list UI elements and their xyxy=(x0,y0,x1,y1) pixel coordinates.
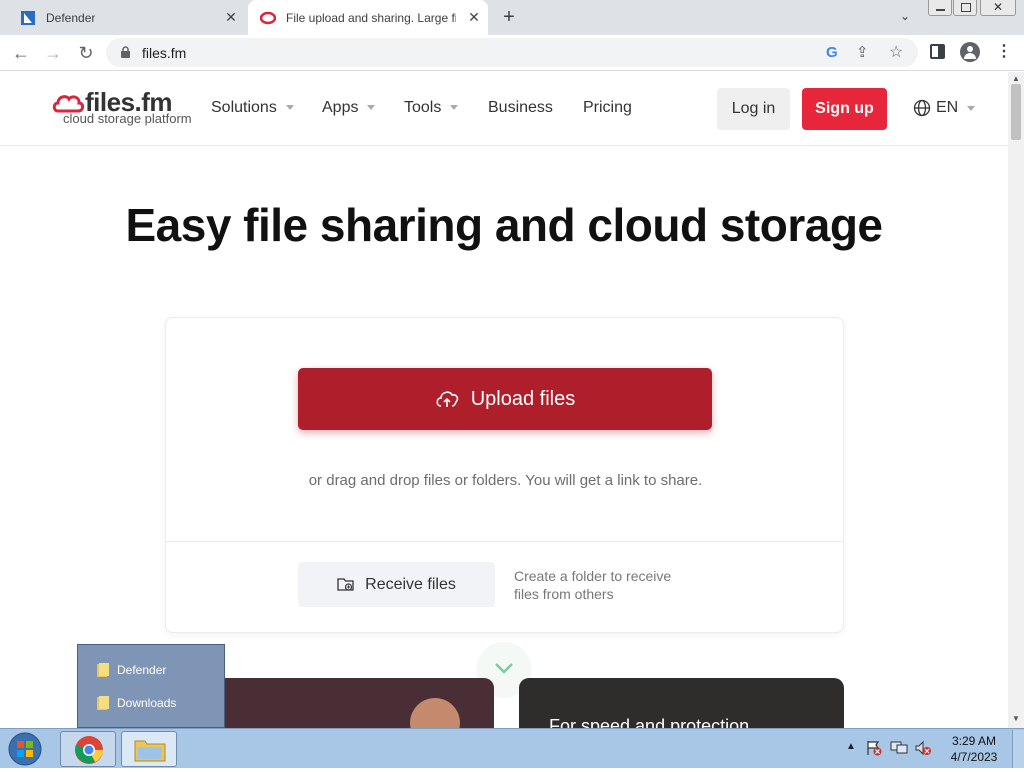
clock-date: 4/7/2023 xyxy=(950,750,998,764)
browser-tab-strip: Defender ✕ File upload and sharing. Larg… xyxy=(0,0,1024,35)
tab-search-icon[interactable]: ⌄ xyxy=(896,9,914,27)
side-panel-icon[interactable] xyxy=(930,44,945,59)
chevron-down-icon xyxy=(967,105,976,111)
browser-menu-icon[interactable]: ⋮ xyxy=(996,41,1012,61)
network-icon[interactable] xyxy=(890,740,908,756)
jumplist-item-downloads[interactable]: Downloads xyxy=(96,693,176,713)
profile-avatar-icon[interactable] xyxy=(960,42,980,62)
chevron-down-icon xyxy=(495,663,513,674)
receive-files-button[interactable]: Receive files xyxy=(298,562,495,607)
signup-button[interactable]: Sign up xyxy=(802,88,887,130)
browser-toolbar: ← → ↻ files.fm G ⇪ ☆ ⋮ xyxy=(0,35,1024,71)
forward-arrow-icon[interactable]: → xyxy=(40,40,66,66)
chevron-down-icon xyxy=(450,105,459,111)
tab-files-fm[interactable]: File upload and sharing. Large fil ✕ xyxy=(248,0,488,35)
cloud-upload-icon xyxy=(436,391,458,407)
system-clock[interactable]: 3:29 AM 4/7/2023 xyxy=(944,733,1004,765)
upload-files-button[interactable]: Upload files xyxy=(298,368,712,430)
folder-icon xyxy=(97,696,109,710)
person-photo xyxy=(410,698,460,728)
taskbar-chrome[interactable] xyxy=(60,731,116,767)
nav-apps-label: Apps xyxy=(322,99,359,116)
chevron-down-icon xyxy=(367,105,376,111)
address-bar[interactable]: files.fm G ⇪ ☆ xyxy=(106,38,918,67)
folder-receive-icon xyxy=(337,578,354,591)
files-fm-logo[interactable]: files.fm cloud storage platform xyxy=(52,87,192,129)
url-text: files.fm xyxy=(142,45,187,61)
volume-muted-icon[interactable] xyxy=(914,740,932,756)
logo-tagline: cloud storage platform xyxy=(63,111,192,126)
page-scrollbar[interactable]: ▲ ▼ xyxy=(1008,72,1024,728)
jumplist-label: Defender xyxy=(117,663,167,677)
defender-favicon-icon xyxy=(21,10,35,25)
site-header: files.fm cloud storage platform Solution… xyxy=(0,72,1008,146)
tab-defender[interactable]: Defender ✕ xyxy=(8,0,245,35)
close-tab-icon[interactable]: ✕ xyxy=(466,9,482,25)
reload-icon[interactable]: ↻ xyxy=(73,40,99,66)
back-arrow-icon[interactable]: ← xyxy=(8,40,34,66)
chevron-down-icon xyxy=(285,105,294,111)
folder-icon xyxy=(97,663,109,677)
nav-tools-label: Tools xyxy=(404,99,442,116)
nav-solutions[interactable]: Solutions xyxy=(211,99,294,117)
nav-pricing[interactable]: Pricing xyxy=(583,99,632,117)
windows-logo-icon xyxy=(8,732,42,766)
nav-apps[interactable]: Apps xyxy=(322,99,376,117)
login-button[interactable]: Log in xyxy=(717,88,790,130)
close-tab-icon[interactable]: ✕ xyxy=(223,9,239,25)
close-window-button[interactable]: ✕ xyxy=(980,0,1016,16)
minimize-button[interactable] xyxy=(928,0,952,16)
page-title: Easy file sharing and cloud storage xyxy=(125,199,883,251)
google-icon[interactable]: G xyxy=(826,44,838,61)
folder-icon xyxy=(134,740,166,762)
action-center-flag-icon[interactable] xyxy=(866,740,882,756)
clock-time: 3:29 AM xyxy=(951,734,997,748)
new-tab-icon[interactable]: + xyxy=(498,6,520,28)
globe-icon xyxy=(913,99,931,117)
upload-files-label: Upload files xyxy=(470,387,576,410)
promo-card-speed[interactable]: For speed and protection xyxy=(519,678,844,728)
language-selector[interactable]: EN xyxy=(913,99,976,117)
nav-business[interactable]: Business xyxy=(488,99,553,117)
nav-tools[interactable]: Tools xyxy=(404,99,459,117)
web-page: files.fm cloud storage platform Solution… xyxy=(0,72,1008,728)
start-button[interactable] xyxy=(6,731,46,767)
jumplist-item-defender[interactable]: Defender xyxy=(96,660,166,680)
files-fm-favicon-icon xyxy=(260,11,276,24)
tab-title: File upload and sharing. Large fil xyxy=(286,10,456,25)
tab-title: Defender xyxy=(46,10,96,25)
jumplist-label: Downloads xyxy=(117,696,177,710)
restore-button[interactable] xyxy=(953,0,977,16)
chrome-icon xyxy=(75,736,103,764)
windows-taskbar: ▲ 3:29 AM 4/7/2023 xyxy=(0,728,1024,768)
upload-card: Upload files or drag and drop files or f… xyxy=(165,317,844,633)
taskbar-jumplist: Defender Downloads xyxy=(77,644,225,728)
show-desktop-button[interactable] xyxy=(1012,730,1024,768)
lock-icon xyxy=(121,46,130,58)
language-label: EN xyxy=(936,99,959,116)
scroll-down-arrow-icon[interactable]: ▼ xyxy=(1012,714,1020,723)
receive-files-description: Create a folder to receive files from ot… xyxy=(514,568,672,602)
share-icon[interactable]: ⇪ xyxy=(856,43,869,61)
drag-drop-hint: or drag and drop files or folders. You w… xyxy=(308,472,703,489)
promo-card-title: For speed and protection xyxy=(549,716,750,728)
card-divider xyxy=(166,541,843,542)
promo-card-image[interactable] xyxy=(200,678,494,728)
bookmark-star-icon[interactable]: ☆ xyxy=(889,42,903,62)
taskbar-explorer[interactable] xyxy=(121,731,177,767)
nav-solutions-label: Solutions xyxy=(211,99,277,116)
tray-expand-icon[interactable]: ▲ xyxy=(846,741,856,752)
receive-files-label: Receive files xyxy=(365,575,456,593)
scrollbar-thumb[interactable] xyxy=(1011,84,1021,140)
scroll-up-arrow-icon[interactable]: ▲ xyxy=(1012,74,1020,83)
